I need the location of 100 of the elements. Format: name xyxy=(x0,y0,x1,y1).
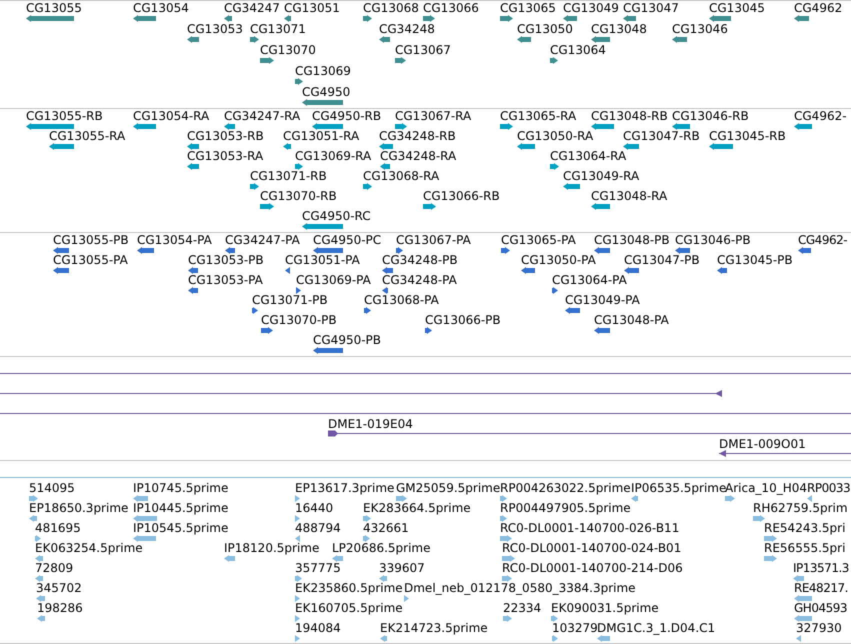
right-arrow-icon[interactable] xyxy=(550,57,558,64)
right-arrow-icon[interactable] xyxy=(501,247,510,254)
right-arrow-icon[interactable] xyxy=(295,575,302,582)
right-arrow-icon[interactable] xyxy=(295,615,300,622)
right-arrow-icon[interactable] xyxy=(296,287,301,294)
right-arrow-icon[interactable] xyxy=(295,595,300,602)
left-arrow-icon[interactable] xyxy=(591,36,610,43)
right-arrow-icon[interactable] xyxy=(252,307,258,314)
left-arrow-icon[interactable] xyxy=(624,267,639,274)
left-arrow-icon[interactable] xyxy=(594,247,610,254)
right-arrow-icon[interactable] xyxy=(550,163,559,170)
right-arrow-icon[interactable] xyxy=(396,495,407,502)
left-arrow-icon[interactable] xyxy=(794,123,812,130)
right-arrow-icon[interactable] xyxy=(395,57,406,64)
left-arrow-icon[interactable] xyxy=(224,15,232,22)
left-arrow-icon[interactable] xyxy=(133,515,157,522)
left-arrow-icon[interactable] xyxy=(188,267,198,274)
left-arrow-icon[interactable] xyxy=(793,575,804,582)
right-arrow-icon[interactable] xyxy=(363,15,372,22)
left-arrow-icon[interactable] xyxy=(807,495,812,502)
left-arrow-icon[interactable] xyxy=(380,635,387,642)
left-arrow-icon[interactable] xyxy=(49,143,74,150)
left-arrow-icon[interactable] xyxy=(591,203,610,210)
left-arrow-icon[interactable] xyxy=(285,267,290,274)
right-arrow-icon[interactable] xyxy=(500,515,507,522)
left-arrow-icon[interactable] xyxy=(794,15,809,22)
left-arrow-icon[interactable] xyxy=(379,575,387,582)
left-arrow-icon[interactable] xyxy=(187,143,199,150)
right-arrow-icon[interactable] xyxy=(295,163,303,170)
right-arrow-icon[interactable] xyxy=(552,287,558,294)
left-arrow-icon[interactable] xyxy=(796,635,801,642)
left-arrow-icon[interactable] xyxy=(597,635,610,642)
right-arrow-icon[interactable] xyxy=(500,495,507,502)
right-arrow-icon[interactable] xyxy=(502,575,512,582)
right-arrow-icon[interactable] xyxy=(725,495,735,502)
left-arrow-icon[interactable] xyxy=(29,515,37,522)
left-arrow-icon[interactable] xyxy=(623,143,639,150)
right-arrow-icon[interactable] xyxy=(250,36,259,43)
left-arrow-icon[interactable] xyxy=(35,555,43,562)
right-arrow-icon[interactable] xyxy=(363,183,372,190)
right-arrow-icon[interactable] xyxy=(295,635,300,642)
left-arrow-icon[interactable] xyxy=(380,163,390,170)
right-arrow-icon[interactable] xyxy=(425,327,432,334)
left-arrow-icon[interactable] xyxy=(133,495,148,502)
arrow-line[interactable] xyxy=(719,450,851,457)
left-arrow-icon[interactable] xyxy=(623,15,636,22)
left-arrow-icon[interactable] xyxy=(188,287,198,294)
left-arrow-icon[interactable] xyxy=(565,307,580,314)
left-arrow-icon[interactable] xyxy=(295,535,300,542)
right-arrow-icon[interactable] xyxy=(552,635,558,642)
left-arrow-icon[interactable] xyxy=(382,267,393,274)
right-arrow-icon[interactable] xyxy=(260,203,274,210)
right-arrow-icon[interactable] xyxy=(500,123,513,130)
left-arrow-icon[interactable] xyxy=(631,495,638,502)
right-arrow-icon[interactable] xyxy=(500,15,513,22)
left-arrow-icon[interactable] xyxy=(26,15,74,22)
left-arrow-icon[interactable] xyxy=(53,247,69,254)
left-arrow-icon[interactable] xyxy=(312,123,343,130)
right-arrow-icon[interactable] xyxy=(395,123,407,130)
left-arrow-icon[interactable] xyxy=(563,183,580,190)
left-arrow-icon[interactable] xyxy=(794,595,812,602)
right-arrow-icon[interactable] xyxy=(261,327,273,334)
right-arrow-icon[interactable] xyxy=(503,615,512,622)
left-arrow-icon[interactable] xyxy=(224,555,235,562)
right-arrow-icon[interactable] xyxy=(295,515,300,522)
left-arrow-icon[interactable] xyxy=(591,123,614,130)
right-arrow-icon[interactable] xyxy=(295,78,303,85)
right-arrow-icon[interactable] xyxy=(260,57,274,64)
right-arrow-icon[interactable] xyxy=(295,495,300,502)
right-arrow-icon[interactable] xyxy=(551,615,558,622)
left-arrow-icon[interactable] xyxy=(53,267,69,274)
right-arrow-icon[interactable] xyxy=(764,555,777,562)
left-arrow-icon[interactable] xyxy=(302,99,343,106)
left-arrow-icon[interactable] xyxy=(709,143,733,150)
left-arrow-icon[interactable] xyxy=(798,247,811,254)
arrow-line[interactable] xyxy=(0,390,722,397)
left-arrow-icon[interactable] xyxy=(563,15,577,22)
left-arrow-icon[interactable] xyxy=(709,15,731,22)
right-arrow-icon[interactable] xyxy=(363,535,370,542)
right-arrow-icon[interactable] xyxy=(29,495,38,502)
left-arrow-icon[interactable] xyxy=(517,36,531,43)
right-arrow-icon[interactable] xyxy=(363,515,371,522)
right-arrow-icon[interactable] xyxy=(423,15,435,22)
left-arrow-icon[interactable] xyxy=(313,247,343,254)
left-arrow-icon[interactable] xyxy=(36,595,45,602)
left-arrow-icon[interactable] xyxy=(794,615,812,622)
left-arrow-icon[interactable] xyxy=(225,247,235,254)
left-arrow-icon[interactable] xyxy=(187,163,199,170)
left-arrow-icon[interactable] xyxy=(382,287,388,294)
left-arrow-icon[interactable] xyxy=(672,36,687,43)
left-arrow-icon[interactable] xyxy=(517,143,535,150)
left-arrow-icon[interactable] xyxy=(521,267,535,274)
left-arrow-icon[interactable] xyxy=(313,347,343,354)
left-arrow-icon[interactable] xyxy=(379,36,390,43)
left-arrow-icon[interactable] xyxy=(35,575,43,582)
left-arrow-icon[interactable] xyxy=(379,143,393,150)
right-arrow-icon[interactable] xyxy=(753,515,765,522)
left-arrow-icon[interactable] xyxy=(133,535,156,542)
right-arrow-icon[interactable] xyxy=(502,555,515,562)
left-arrow-icon[interactable] xyxy=(224,123,235,130)
